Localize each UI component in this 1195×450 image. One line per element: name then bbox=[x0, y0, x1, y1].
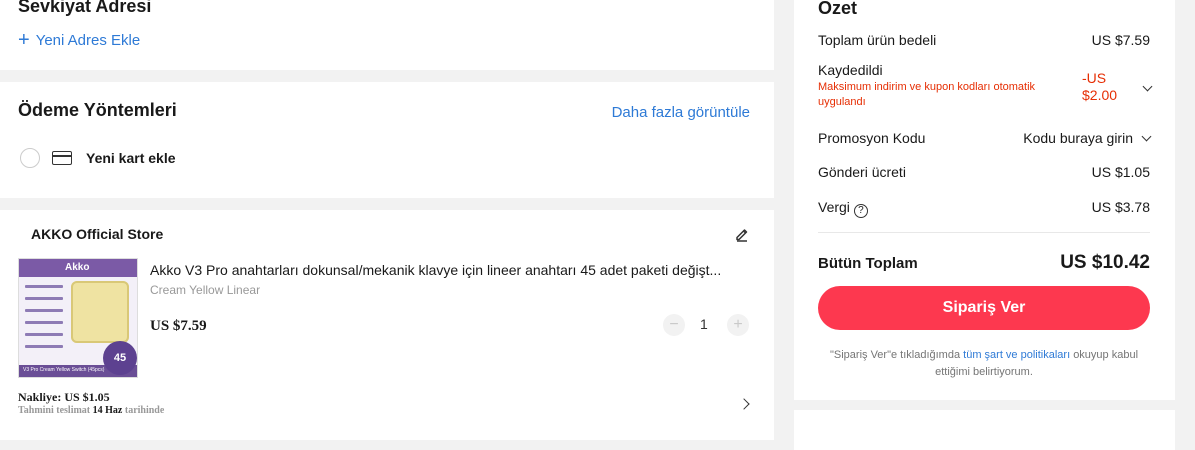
promo-code-row[interactable]: Promosyon Kodu Kodu buraya girin bbox=[818, 130, 1152, 146]
credit-card-icon bbox=[52, 151, 72, 165]
add-card-radio[interactable] bbox=[20, 148, 40, 168]
estimated-delivery: Tahmini teslimat 14 Haz tarihinde bbox=[18, 405, 164, 416]
chevron-down-icon bbox=[1141, 131, 1152, 141]
saved-label: Kaydedildi bbox=[818, 62, 883, 78]
secondary-summary-card bbox=[794, 410, 1175, 450]
decrease-quantity-button[interactable]: − bbox=[663, 314, 685, 336]
tax-label-group: Vergi? bbox=[818, 199, 868, 218]
quantity-stepper: − 1 + bbox=[0, 314, 774, 336]
tax-value: US $3.78 bbox=[1091, 199, 1150, 215]
view-more-link[interactable]: Daha fazla görüntüle bbox=[612, 104, 750, 121]
saved-value: -US $2.00 bbox=[1082, 70, 1118, 103]
store-order-card: AKKO Official Store Akko 45 V3 Pro Cream… bbox=[0, 210, 774, 440]
add-address-label: Yeni Adres Ekle bbox=[35, 32, 141, 49]
shipping-cost: Nakliye: US $1.05 bbox=[18, 390, 110, 404]
saved-note: Maksimum indirim ve kupon kodları otomat… bbox=[818, 81, 1036, 108]
summary-title: Özet bbox=[818, 0, 858, 18]
promo-code-placeholder: Kodu buraya girin bbox=[1023, 130, 1133, 146]
terms-notice: "Sipariş Ver"e tıkladığımda tüm şart ve … bbox=[818, 347, 1150, 381]
payment-methods-card: Ödeme Yöntemleri Daha fazla görüntüle Ye… bbox=[0, 82, 774, 198]
eta-suffix: tarihinde bbox=[124, 405, 165, 416]
add-card-option[interactable]: Yeni kart ekle bbox=[20, 148, 176, 168]
summary-divider bbox=[818, 232, 1150, 233]
items-total-label: Toplam ürün bedeli bbox=[818, 32, 937, 48]
quantity-value: 1 bbox=[700, 316, 708, 332]
terms-prefix: "Sipariş Ver"e tıkladığımda bbox=[829, 349, 961, 361]
shipping-fee-row: Gönderi ücreti US $1.05 bbox=[818, 164, 1150, 180]
promo-code-label: Promosyon Kodu bbox=[818, 130, 926, 146]
grand-total-label: Bütün Toplam bbox=[818, 255, 918, 272]
order-summary-card: Özet Toplam ürün bedeli US $7.59 Kaydedi… bbox=[794, 0, 1175, 400]
increase-quantity-button[interactable]: + bbox=[727, 314, 749, 336]
shipping-fee-label: Gönderi ücreti bbox=[818, 164, 906, 180]
items-total-row: Toplam ürün bedeli US $7.59 bbox=[818, 32, 1150, 48]
product-image-caption: V3 Pro Cream Yellow Switch (45pcs) bbox=[23, 367, 105, 373]
promo-code-input[interactable]: Kodu buraya girin bbox=[1023, 130, 1152, 146]
shipping-address-title: Sevkiyat Adresi bbox=[18, 0, 152, 16]
edit-pencil-icon[interactable] bbox=[734, 226, 750, 242]
add-address-button[interactable]: + Yeni Adres Ekle bbox=[18, 29, 141, 51]
grand-total-value: US $10.42 bbox=[1060, 252, 1150, 273]
product-image-badge: 45 bbox=[103, 341, 137, 375]
shipping-fee-value: US $1.05 bbox=[1091, 164, 1150, 180]
tax-label: Vergi bbox=[818, 199, 850, 215]
add-card-label: Yeni kart ekle bbox=[86, 150, 176, 166]
product-variant: Cream Yellow Linear bbox=[150, 283, 261, 297]
place-order-button[interactable]: Sipariş Ver bbox=[818, 286, 1150, 330]
items-total-value: US $7.59 bbox=[1091, 32, 1150, 48]
terms-link[interactable]: tüm şart ve politikaları bbox=[963, 349, 1070, 361]
grand-total-row: Bütün Toplam US $10.42 bbox=[818, 252, 1150, 274]
eta-prefix: Tahmini teslimat bbox=[18, 405, 91, 416]
eta-date: 14 Haz bbox=[92, 405, 123, 416]
payment-methods-title: Ödeme Yöntemleri bbox=[18, 100, 177, 120]
help-icon[interactable]: ? bbox=[853, 203, 868, 218]
chevron-right-icon[interactable] bbox=[738, 398, 750, 410]
product-image-brand: Akko bbox=[65, 262, 90, 273]
chevron-down-icon[interactable] bbox=[1142, 81, 1153, 92]
shipping-address-card: Sevkiyat Adresi + Yeni Adres Ekle bbox=[0, 0, 774, 70]
product-title[interactable]: Akko V3 Pro anahtarları dokunsal/mekanik… bbox=[150, 262, 754, 278]
tax-row: Vergi? US $3.78 bbox=[818, 199, 1150, 218]
plus-icon: + bbox=[18, 29, 30, 51]
store-name[interactable]: AKKO Official Store bbox=[31, 226, 163, 242]
